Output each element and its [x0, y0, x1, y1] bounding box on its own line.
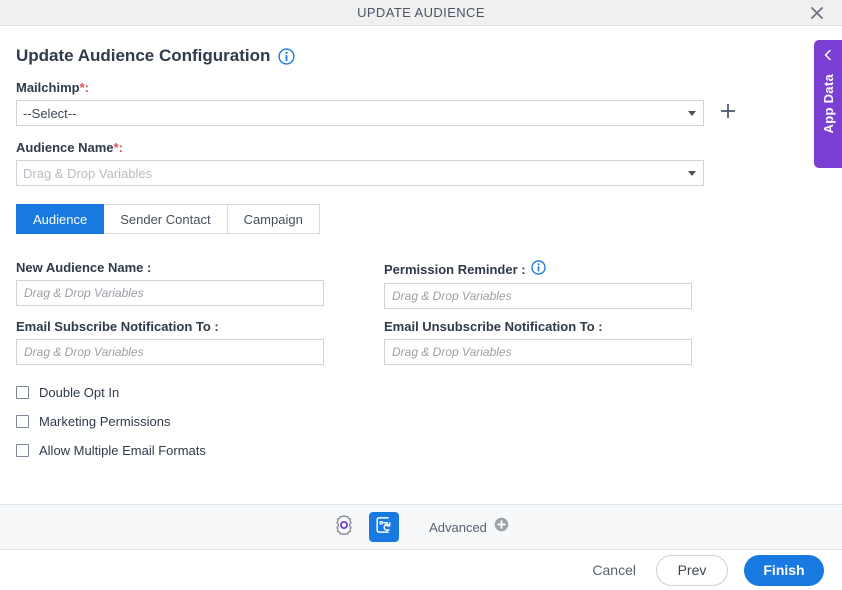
checkbox-label: Marketing Permissions: [39, 414, 171, 429]
chevron-down-icon: [688, 171, 696, 176]
audience-form: New Audience Name : Permission Reminder …: [16, 250, 826, 365]
settings-button[interactable]: [333, 514, 355, 541]
update-audience-dialog: UPDATE AUDIENCE Update Audience Configur…: [0, 0, 842, 590]
plus-icon: [719, 102, 737, 125]
mailchimp-row: --Select--: [16, 100, 826, 126]
info-icon[interactable]: [278, 47, 295, 65]
checkbox-label: Double Opt In: [39, 385, 120, 400]
app-data-panel-toggle[interactable]: App Data: [814, 40, 842, 168]
options-group: Double Opt In Marketing Permissions Allo…: [16, 385, 826, 458]
plus-circle-icon[interactable]: [494, 517, 509, 537]
page-title-row: Update Audience Configuration: [16, 26, 826, 66]
checkbox-box[interactable]: [16, 444, 29, 457]
email-unsubscribe-field: Email Unsubscribe Notification To :: [384, 309, 722, 365]
audience-name-required-mark: *:: [113, 140, 123, 155]
tab-sender-contact[interactable]: Sender Contact: [104, 204, 228, 234]
checkbox-label: Allow Multiple Email Formats: [39, 443, 206, 458]
audience-name-placeholder: Drag & Drop Variables: [23, 165, 153, 181]
new-audience-name-field: New Audience Name :: [16, 250, 354, 309]
mailchimp-required-mark: *:: [79, 80, 89, 95]
checkbox-double-opt-in[interactable]: Double Opt In: [16, 385, 826, 400]
new-audience-name-input[interactable]: [16, 280, 324, 306]
app-data-label: App Data: [820, 74, 836, 134]
chevron-down-icon: [688, 111, 696, 116]
permission-reminder-field: Permission Reminder :: [384, 250, 722, 309]
permission-reminder-label: Permission Reminder :: [384, 260, 722, 278]
advanced-label: Advanced: [429, 519, 487, 535]
permission-reminder-label-text: Permission Reminder :: [384, 261, 526, 277]
add-mailchimp-button[interactable]: [718, 103, 738, 123]
page-title: Update Audience Configuration: [16, 46, 271, 65]
mailchimp-label: Mailchimp*:: [16, 80, 826, 95]
permission-reminder-input[interactable]: [384, 283, 692, 309]
checkbox-box[interactable]: [16, 386, 29, 399]
audience-name-label: Audience Name*:: [16, 140, 826, 155]
dialog-footer: Cancel Prev Finish: [0, 550, 842, 590]
mailchimp-select[interactable]: --Select--: [16, 100, 704, 126]
checkbox-box[interactable]: [16, 415, 29, 428]
tab-audience[interactable]: Audience: [16, 204, 105, 234]
dialog-titlebar: UPDATE AUDIENCE: [0, 0, 842, 26]
tab-campaign[interactable]: Campaign: [227, 204, 320, 234]
audience-name-label-text: Audience Name: [16, 140, 114, 155]
advanced-toggle[interactable]: Advanced: [429, 517, 509, 537]
email-unsubscribe-label: Email Unsubscribe Notification To :: [384, 319, 603, 334]
variables-button[interactable]: [369, 512, 400, 542]
info-icon[interactable]: [530, 260, 546, 278]
mailchimp-selected-value: --Select--: [23, 105, 77, 121]
mailchimp-label-text: Mailchimp: [16, 80, 80, 95]
checkbox-allow-multiple-email-formats[interactable]: Allow Multiple Email Formats: [16, 443, 826, 458]
email-unsubscribe-input[interactable]: [384, 339, 692, 365]
dialog-title: UPDATE AUDIENCE: [357, 5, 485, 20]
chevron-left-icon: [822, 48, 834, 66]
email-subscribe-input[interactable]: [16, 339, 324, 365]
new-audience-name-label: New Audience Name :: [16, 260, 152, 275]
close-button[interactable]: [802, 0, 832, 26]
email-subscribe-field: Email Subscribe Notification To :: [16, 309, 354, 365]
bottom-toolbar: Advanced: [0, 504, 842, 550]
close-icon: [810, 6, 824, 20]
prev-button[interactable]: Prev: [656, 554, 728, 586]
dialog-body: Update Audience Configuration Mailchimp*…: [0, 26, 842, 504]
tab-bar: Audience Sender Contact Campaign: [16, 204, 826, 234]
cancel-button[interactable]: Cancel: [588, 556, 640, 584]
email-subscribe-label: Email Subscribe Notification To :: [16, 319, 219, 334]
finish-button[interactable]: Finish: [744, 554, 824, 586]
checkbox-marketing-permissions[interactable]: Marketing Permissions: [16, 414, 826, 429]
audience-name-select[interactable]: Drag & Drop Variables: [16, 160, 704, 186]
card-refresh-icon: [374, 515, 394, 540]
gear-icon: [333, 514, 355, 541]
